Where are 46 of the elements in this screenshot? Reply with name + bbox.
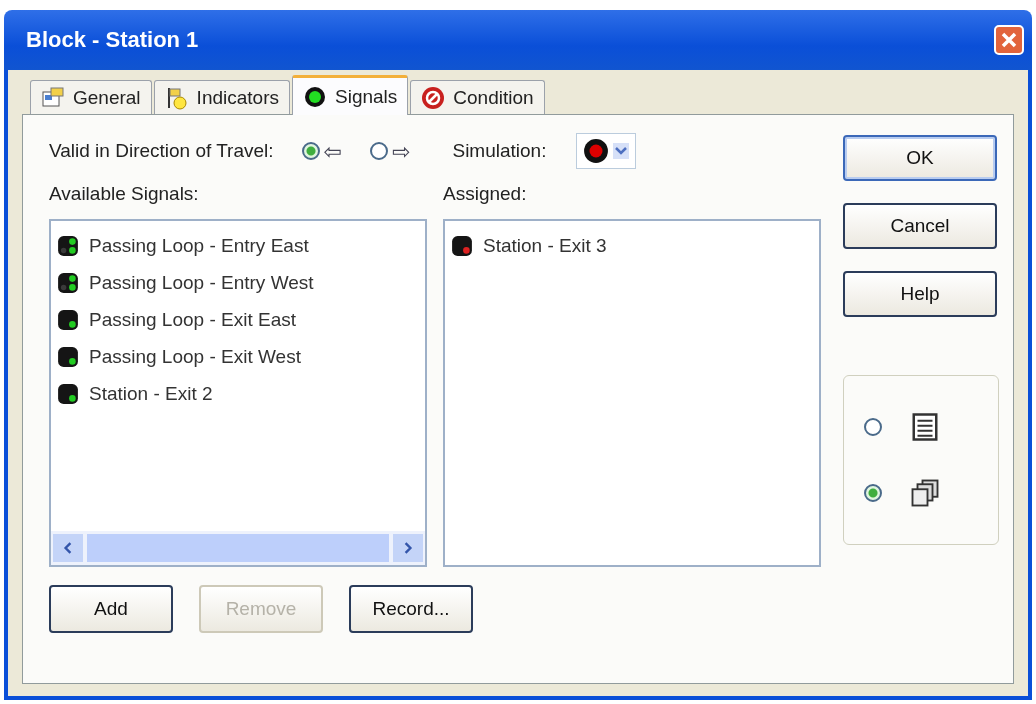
list-item[interactable]: Passing Loop - Exit West [57, 338, 419, 375]
radio-button[interactable] [301, 142, 320, 160]
close-icon[interactable] [994, 25, 1024, 55]
stacked-pages-icon [910, 478, 940, 508]
properties-icon [41, 85, 65, 110]
scroll-thumb[interactable] [87, 534, 389, 562]
signal-icon [57, 308, 79, 331]
scroll-right-icon[interactable] [393, 534, 423, 562]
arrow-glyph: ⇨ [392, 138, 411, 164]
tab[interactable]: Signals [292, 75, 409, 115]
signal-icon [57, 271, 79, 294]
list-item[interactable]: Station - Exit 3 [451, 227, 813, 264]
dialog-button[interactable]: OK [843, 135, 997, 181]
scroll-left-icon[interactable] [53, 534, 83, 562]
list-label: Available Signals: [49, 183, 200, 205]
direction-label: Valid in Direction of Travel: [49, 140, 274, 162]
horizontal-scrollbar[interactable] [51, 531, 425, 565]
list-icon [910, 412, 940, 442]
direction-radio[interactable]: ⇦ [301, 138, 342, 164]
dialog-button[interactable]: Cancel [843, 203, 997, 249]
arrow-glyph: ⇦ [323, 138, 342, 164]
list-item[interactable]: Passing Loop - Entry West [57, 264, 419, 301]
list-item[interactable]: Passing Loop - Exit East [57, 301, 419, 338]
simulation-label: Simulation: [452, 140, 547, 162]
signal-icon [57, 382, 79, 405]
list-item[interactable]: Station - Exit 2 [57, 375, 419, 412]
simulation-dropdown[interactable] [576, 133, 637, 169]
radio-button[interactable] [864, 484, 882, 502]
dialog-button[interactable]: Record... [349, 585, 473, 633]
direction-radio[interactable]: ⇨ [370, 138, 411, 164]
tab[interactable]: Condition [410, 80, 545, 114]
no-entry-icon [421, 85, 446, 110]
list-item[interactable]: Passing Loop - Entry East [57, 227, 419, 264]
tab[interactable]: Indicators [153, 80, 290, 114]
signal-lamp-icon [303, 84, 327, 109]
signal-icon [57, 234, 79, 257]
signal-icon [57, 345, 79, 368]
tab[interactable]: General [30, 80, 152, 114]
signal-icon [451, 234, 473, 257]
window-title: Block - Station 1 [26, 27, 199, 53]
list-label: Assigned: [443, 183, 528, 205]
dialog-button[interactable]: Help [843, 271, 997, 317]
radio-button[interactable] [370, 142, 388, 160]
dialog-button[interactable]: Add [49, 585, 173, 633]
chevron-down-icon [613, 143, 630, 159]
radio-button[interactable] [864, 418, 882, 436]
